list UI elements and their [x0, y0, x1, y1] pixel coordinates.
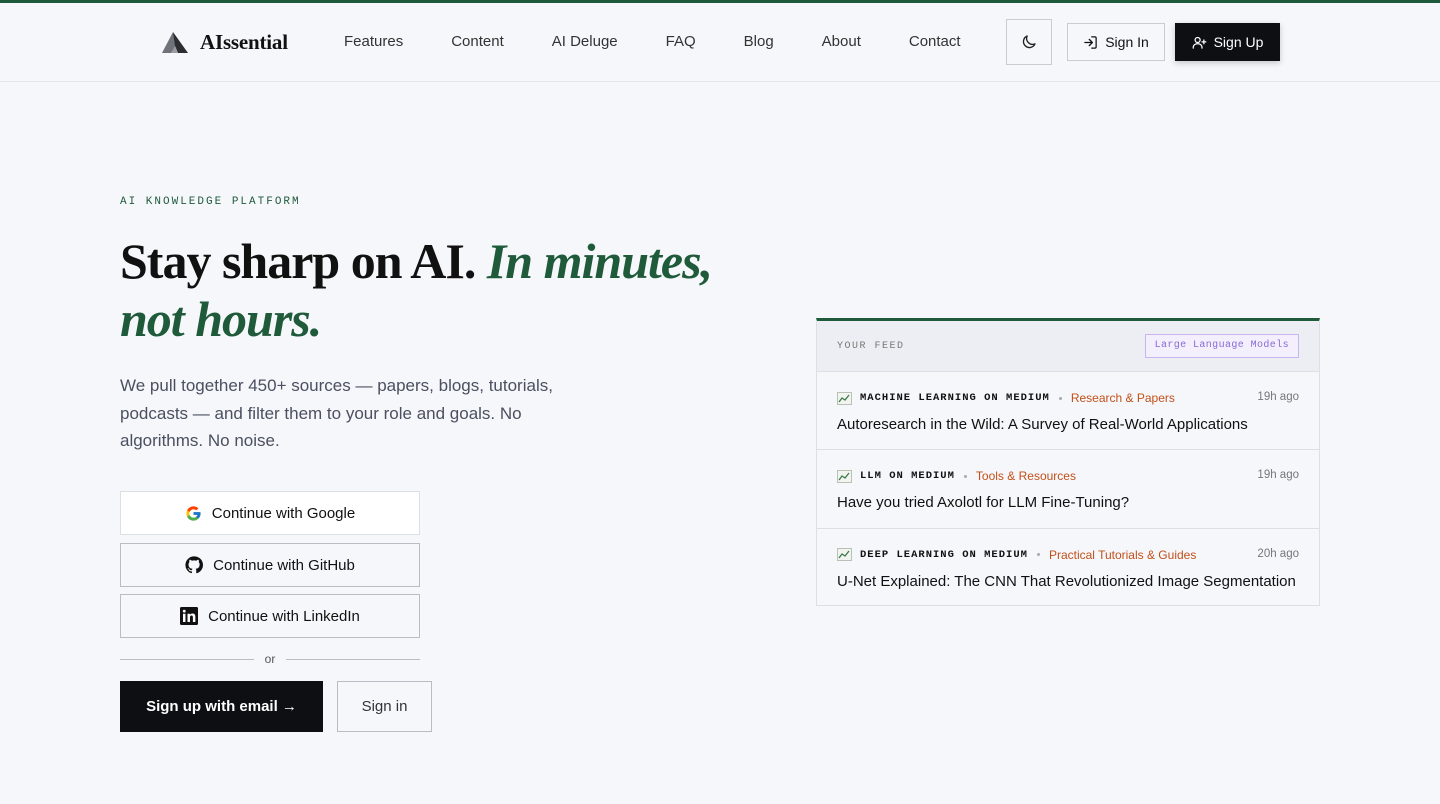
- nav-about[interactable]: About: [798, 32, 885, 52]
- sign-in-icon: [1084, 35, 1097, 49]
- meta-separator: [1058, 396, 1062, 400]
- hero-title: Stay sharp on AI. In minutes, not hours.: [120, 232, 740, 348]
- source-thumbnail-icon: [837, 469, 852, 483]
- nav-content[interactable]: Content: [427, 32, 528, 52]
- brand-name: AIssential: [200, 29, 288, 54]
- source-thumbnail-icon: [837, 548, 852, 562]
- feed-item-time: 19h ago: [1257, 391, 1299, 403]
- feed-item[interactable]: MACHINE LEARNING ON MEDIUM Research & Pa…: [817, 372, 1319, 451]
- nav-contact[interactable]: Contact: [885, 32, 985, 52]
- feed-item-title[interactable]: Have you tried Axolotl for LLM Fine-Tuni…: [837, 494, 1129, 511]
- feed-item-category: Tools & Resources: [975, 469, 1076, 484]
- feed-item-time: 19h ago: [1257, 469, 1299, 482]
- continue-with-google-button[interactable]: Continue with Google: [120, 491, 420, 535]
- github-icon: [185, 556, 204, 574]
- header-sign-up-button[interactable]: Sign Up: [1175, 23, 1280, 61]
- nav-features[interactable]: Features: [320, 32, 427, 52]
- meta-separator: [963, 474, 967, 478]
- main-nav: Features Content AI Deluge FAQ Blog Abou…: [320, 32, 985, 52]
- feed-preview-card: YOUR FEED Large Language Models MACHINE …: [816, 318, 1320, 606]
- feed-item-source: DEEP LEARNING ON MEDIUM: [860, 548, 1028, 561]
- brand-mark-icon: [162, 32, 188, 53]
- feed-label: YOUR FEED: [837, 341, 905, 352]
- moon-icon: [1022, 35, 1036, 49]
- user-plus-icon: [1192, 36, 1206, 49]
- header-sign-up-label: Sign Up: [1213, 34, 1264, 50]
- linkedin-icon: [180, 607, 199, 625]
- feed-item-title[interactable]: Autoresearch in the Wild: A Survey of Re…: [837, 416, 1248, 433]
- sign-in-button[interactable]: Sign in: [337, 681, 432, 732]
- feed-item-meta: DEEP LEARNING ON MEDIUM Practical Tutori…: [837, 548, 1196, 562]
- sign-up-with-email-button[interactable]: Sign up with email →: [120, 681, 323, 732]
- feed-item-time: 20h ago: [1257, 547, 1299, 560]
- source-thumbnail-icon: [837, 391, 852, 405]
- nav-blog[interactable]: Blog: [720, 32, 798, 52]
- header-sign-in-label: Sign In: [1105, 34, 1149, 50]
- google-icon: [186, 505, 201, 521]
- meta-separator: [1036, 553, 1040, 557]
- feed-item[interactable]: DEEP LEARNING ON MEDIUM Practical Tutori…: [817, 529, 1319, 607]
- or-divider: or: [120, 651, 420, 667]
- feed-item-category: Practical Tutorials & Guides: [1048, 547, 1197, 562]
- hero-eyebrow: AI KNOWLEDGE PLATFORM: [120, 196, 301, 208]
- feed-item[interactable]: LLM ON MEDIUM Tools & Resources 19h ago …: [817, 450, 1319, 529]
- feed-item-meta: LLM ON MEDIUM Tools & Resources: [837, 469, 1076, 483]
- theme-toggle-button[interactable]: [1006, 19, 1052, 65]
- feed-item-meta: MACHINE LEARNING ON MEDIUM Research & Pa…: [837, 391, 1175, 405]
- nav-ai-deluge[interactable]: AI Deluge: [528, 32, 642, 52]
- continue-with-github-button[interactable]: Continue with GitHub: [120, 543, 420, 587]
- feed-item-source: LLM ON MEDIUM: [860, 470, 955, 483]
- feed-item-category: Research & Papers: [1070, 391, 1175, 405]
- google-button-label: Continue with Google: [211, 504, 356, 522]
- hero-description: We pull together 450+ sources — papers, …: [120, 376, 553, 450]
- brand-logo[interactable]: AIssential: [160, 29, 288, 55]
- header-sign-in-button[interactable]: Sign In: [1067, 23, 1165, 61]
- feed-item-source: MACHINE LEARNING ON MEDIUM: [860, 392, 1050, 404]
- hero-title-plain: Stay sharp on AI.: [120, 233, 476, 289]
- nav-faq[interactable]: FAQ: [642, 32, 720, 52]
- continue-with-linkedin-button[interactable]: Continue with LinkedIn: [120, 594, 420, 638]
- site-header: AIssential Features Content AI Deluge FA…: [0, 3, 1440, 82]
- linkedin-button-label: Continue with LinkedIn: [208, 607, 360, 625]
- feed-topic-tag[interactable]: Large Language Models: [1144, 334, 1299, 358]
- github-button-label: Continue with GitHub: [213, 556, 355, 574]
- feed-item-title[interactable]: U-Net Explained: The CNN That Revolution…: [837, 573, 1296, 590]
- divider-line-right: [286, 659, 420, 660]
- feed-header: YOUR FEED Large Language Models: [817, 321, 1319, 372]
